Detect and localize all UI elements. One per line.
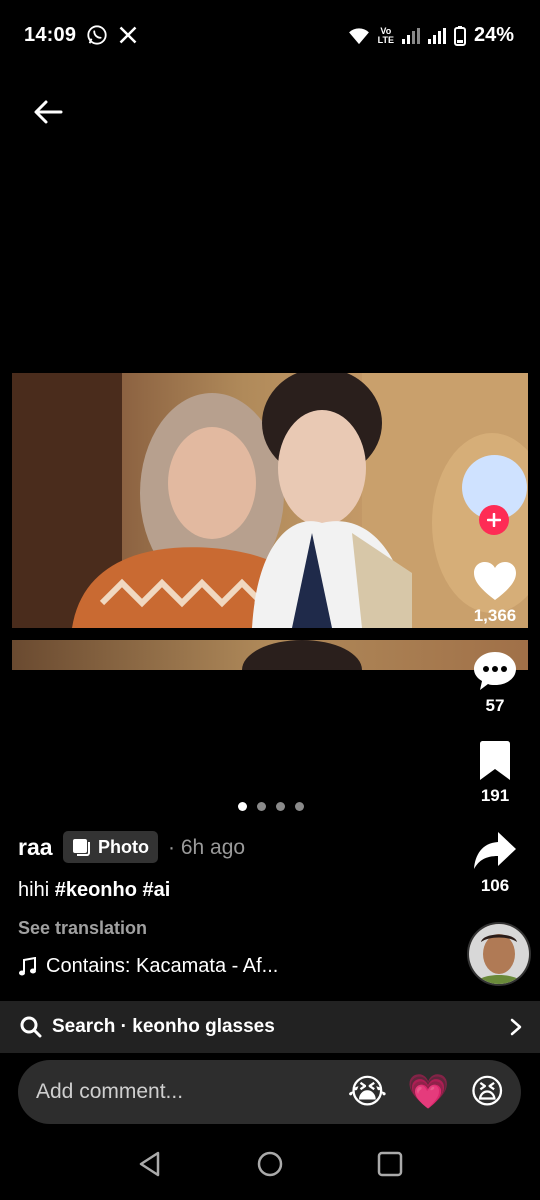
follow-button[interactable] — [479, 505, 509, 535]
emoji-tired-button[interactable]: 😫 — [470, 1075, 505, 1109]
signal-1-icon — [401, 27, 420, 44]
hashtag-link[interactable]: #keonho — [55, 879, 137, 901]
post-time: · 6h ago — [168, 836, 246, 859]
related-search-bar[interactable]: Search · keonho glasses — [0, 1001, 540, 1053]
status-time: 14:09 — [24, 24, 77, 46]
share-button[interactable]: 106 — [460, 830, 530, 896]
caption-text: hihi — [18, 879, 50, 901]
like-count: 1,366 — [473, 606, 517, 625]
music-disc-avatar[interactable] — [467, 922, 531, 986]
volte-icon: Vo LTE — [377, 26, 394, 45]
comment-button[interactable]: 57 — [460, 650, 530, 716]
emoji-heart-button[interactable]: 💗 — [407, 1075, 449, 1109]
see-translation-link[interactable]: See translation — [18, 918, 147, 939]
carousel-dot — [276, 802, 285, 811]
carousel-indicator — [238, 802, 304, 811]
share-count: 106 — [480, 876, 510, 895]
music-info[interactable]: Contains: Kacamata - Af... — [18, 955, 278, 978]
whatsapp-icon — [87, 25, 107, 45]
like-button[interactable]: 1,366 — [460, 560, 530, 626]
photo-scene-illustration — [12, 373, 528, 628]
back-arrow-icon — [34, 100, 63, 124]
comment-bubble-icon — [474, 652, 516, 690]
photo-badge-label: Photo — [98, 836, 149, 857]
plus-icon — [487, 513, 501, 527]
volte-line2: LTE — [377, 34, 394, 45]
status-system-icons: Vo LTE 24% — [348, 24, 514, 47]
avatar-face-illustration — [469, 924, 529, 984]
emoji-crying-button[interactable]: 😭 — [347, 1075, 387, 1109]
post-photo[interactable] — [12, 373, 528, 628]
heart-icon — [474, 562, 516, 600]
system-nav-bar — [0, 1140, 540, 1188]
photo-stack-icon — [73, 839, 90, 856]
save-count: 191 — [480, 786, 510, 805]
carousel-dot — [257, 802, 266, 811]
wifi-icon — [348, 27, 369, 44]
music-title: Contains: Kacamata - Af... — [46, 955, 279, 977]
nav-recents-icon[interactable] — [376, 1150, 404, 1178]
carousel-dot — [295, 802, 304, 811]
search-icon — [20, 1016, 42, 1038]
nav-back-icon[interactable] — [136, 1150, 164, 1178]
next-photo-preview[interactable] — [12, 640, 528, 670]
photo-badge: Photo — [63, 831, 158, 863]
battery-icon — [453, 25, 466, 46]
comment-count: 57 — [485, 696, 505, 715]
x-app-icon — [119, 26, 137, 44]
comment-input[interactable]: Add comment... — [36, 1080, 347, 1104]
hashtag-link[interactable]: #ai — [143, 879, 171, 901]
signal-2-icon — [427, 27, 446, 44]
search-suggestion-label: Search · keonho glasses — [52, 1016, 275, 1037]
post-caption: hihi #keonho #ai — [18, 879, 170, 902]
save-button[interactable]: 191 — [460, 740, 530, 806]
photo-strip-illustration — [242, 640, 362, 670]
battery-percent: 24% — [473, 24, 514, 46]
carousel-dot-active — [238, 802, 247, 811]
author-username[interactable]: raa — [18, 834, 53, 861]
music-note-icon — [19, 956, 36, 975]
status-notification-icons — [86, 24, 138, 46]
chevron-right-icon — [510, 1018, 522, 1036]
back-button[interactable] — [28, 92, 68, 132]
nav-home-icon[interactable] — [256, 1150, 284, 1178]
share-arrow-icon — [474, 832, 516, 869]
bookmark-icon — [480, 741, 510, 780]
comment-input-bar[interactable]: Add comment... 😭 💗 😫 — [18, 1060, 521, 1124]
